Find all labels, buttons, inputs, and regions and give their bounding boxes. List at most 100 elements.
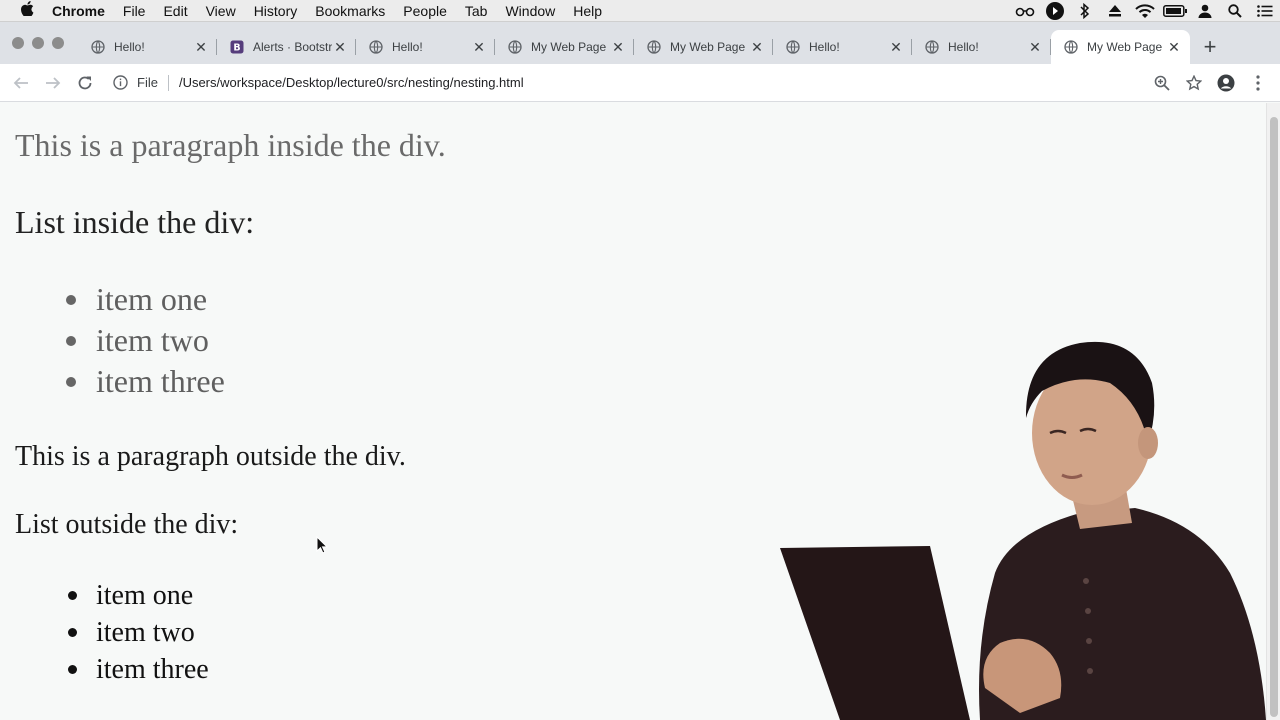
globe-icon xyxy=(1063,39,1079,55)
paragraph-inside-div: This is a paragraph inside the div. xyxy=(15,127,446,163)
apple-menu-icon[interactable] xyxy=(12,1,42,20)
tab-title: Hello! xyxy=(392,40,423,54)
list-inside-heading: List inside the div: xyxy=(15,204,255,240)
tab-close-icon[interactable]: ✕ xyxy=(749,39,765,55)
list-item-text: item two xyxy=(96,322,209,358)
tab-title: Hello! xyxy=(114,40,145,54)
new-tab-button[interactable]: + xyxy=(1196,30,1224,64)
scrollbar-thumb[interactable] xyxy=(1270,117,1278,717)
list-outside-heading: List outside the div: xyxy=(15,509,239,540)
menu-bar-status-area xyxy=(1010,0,1280,22)
tab-title: Hello! xyxy=(948,40,979,54)
scheme-label: File xyxy=(137,75,158,90)
list-item-text: item three xyxy=(96,363,225,399)
list-inside-div: item one item two item three xyxy=(66,279,225,402)
globe-icon xyxy=(368,39,384,55)
list-item: item three xyxy=(66,361,225,402)
user-icon[interactable] xyxy=(1190,0,1220,22)
menu-help[interactable]: Help xyxy=(564,3,611,19)
tab-2[interactable]: B Alerts · Bootstrap✕ xyxy=(217,30,356,64)
list-item: item two xyxy=(66,320,225,361)
bullet-icon xyxy=(68,628,77,637)
bullet-icon xyxy=(68,665,77,674)
browser-toolbar: File /Users/workspace/Desktop/lecture0/s… xyxy=(0,64,1280,102)
zoom-icon[interactable] xyxy=(1146,67,1178,99)
bullet-icon xyxy=(66,294,76,305)
list-item: item one xyxy=(68,577,209,614)
list-outside-div: item one item two item three xyxy=(68,577,209,688)
tab-3[interactable]: Hello! ✕ xyxy=(356,30,495,64)
presenter-image xyxy=(780,341,1266,720)
toolbar-actions xyxy=(1146,67,1274,99)
menu-tab[interactable]: Tab xyxy=(456,3,497,19)
list-item: item one xyxy=(66,279,225,320)
bootstrap-icon: B xyxy=(229,39,245,55)
tab-close-icon[interactable]: ✕ xyxy=(888,39,904,55)
notification-center-icon[interactable] xyxy=(1250,0,1280,22)
tab-strip: Hello!✕BAlerts · Bootstrap✕Hello!✕My Web… xyxy=(0,22,1280,64)
globe-icon xyxy=(646,39,662,55)
list-item: item three xyxy=(68,651,209,688)
tab-close-icon[interactable]: ✕ xyxy=(610,39,626,55)
menu-history[interactable]: History xyxy=(245,3,307,19)
wifi-icon[interactable] xyxy=(1130,0,1160,22)
spotlight-search-icon[interactable] xyxy=(1220,0,1250,22)
menu-window[interactable]: Window xyxy=(496,3,564,19)
globe-icon xyxy=(507,39,523,55)
bookmark-star-icon[interactable] xyxy=(1178,67,1210,99)
menu-edit[interactable]: Edit xyxy=(154,3,196,19)
tab-title: My Web Page xyxy=(670,40,746,54)
bullet-icon xyxy=(68,591,77,600)
tab-title: Hello! xyxy=(809,40,840,54)
svg-text:B: B xyxy=(233,43,240,54)
minimize-window-button[interactable] xyxy=(32,37,44,49)
list-item-text: item one xyxy=(96,281,208,317)
tab-4[interactable]: My Web Page ✕ xyxy=(495,30,634,64)
globe-icon xyxy=(924,39,940,55)
menu-file[interactable]: File xyxy=(114,3,155,19)
list-item: item two xyxy=(68,614,209,651)
tab-close-icon[interactable]: ✕ xyxy=(193,39,209,55)
tab-title: My Web Page xyxy=(531,40,607,54)
list-item-text: item one xyxy=(96,579,194,611)
play-circle-icon[interactable] xyxy=(1040,0,1070,22)
url-text[interactable]: /Users/workspace/Desktop/lecture0/src/ne… xyxy=(179,75,524,90)
tab-close-icon[interactable]: ✕ xyxy=(332,39,348,55)
mouse-cursor-icon xyxy=(316,536,328,554)
menu-view[interactable]: View xyxy=(197,3,245,19)
tab-close-icon[interactable]: ✕ xyxy=(1166,39,1182,55)
tab-close-icon[interactable]: ✕ xyxy=(1027,39,1043,55)
list-item-text: item three xyxy=(96,653,209,685)
tab-1[interactable]: Hello! ✕ xyxy=(78,30,217,64)
page-content: This is a paragraph inside the div. List… xyxy=(0,103,1266,720)
address-bar[interactable]: File /Users/workspace/Desktop/lecture0/s… xyxy=(111,69,1141,97)
bullet-icon xyxy=(66,335,76,346)
menu-people[interactable]: People xyxy=(394,3,456,19)
tab-7[interactable]: Hello! ✕ xyxy=(912,30,1051,64)
tab-5[interactable]: My Web Page ✕ xyxy=(634,30,773,64)
back-button[interactable] xyxy=(5,67,37,99)
menu-app-chrome[interactable]: Chrome xyxy=(42,3,114,19)
bluetooth-icon[interactable] xyxy=(1070,0,1100,22)
globe-icon xyxy=(90,39,106,55)
battery-icon[interactable] xyxy=(1160,0,1190,22)
tab-list: Hello!✕BAlerts · Bootstrap✕Hello!✕My Web… xyxy=(78,22,1224,64)
window-controls xyxy=(12,37,64,49)
forward-button[interactable] xyxy=(37,67,69,99)
profile-avatar-icon[interactable] xyxy=(1210,67,1242,99)
reload-button[interactable] xyxy=(69,67,101,99)
tab-8[interactable]: My Web Page ✕ xyxy=(1051,30,1190,64)
tab-close-icon[interactable]: ✕ xyxy=(471,39,487,55)
list-item-text: item two xyxy=(96,616,195,648)
paragraph-outside-div: This is a paragraph outside the div. xyxy=(15,441,406,472)
eject-icon[interactable] xyxy=(1100,0,1130,22)
glasses-icon[interactable] xyxy=(1010,0,1040,22)
menu-bookmarks[interactable]: Bookmarks xyxy=(306,3,394,19)
tab-6[interactable]: Hello! ✕ xyxy=(773,30,912,64)
tab-title: Alerts · Bootstrap xyxy=(253,40,332,54)
info-icon[interactable] xyxy=(111,74,129,92)
page-scrollbar[interactable] xyxy=(1266,103,1280,720)
more-menu-icon[interactable] xyxy=(1242,67,1274,99)
close-window-button[interactable] xyxy=(12,37,24,49)
zoom-window-button[interactable] xyxy=(52,37,64,49)
